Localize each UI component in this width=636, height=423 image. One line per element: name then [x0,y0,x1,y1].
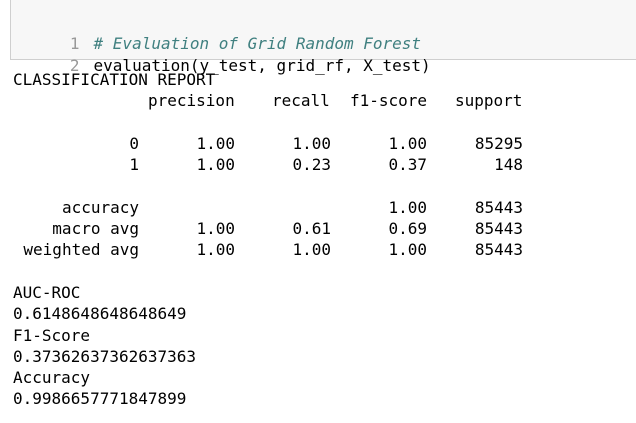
summary-precision: 1.00 [196,219,235,239]
header-precision: precision [148,91,235,111]
row-recall: 1.00 [292,133,331,153]
metric-name: AUC-ROC [13,282,81,302]
report-header-row: precision recall f1-score support [13,90,633,111]
row-recall: 0.23 [292,155,331,175]
row-precision: 1.00 [196,155,235,175]
summary-label: macro avg [52,219,139,239]
report-row: 0 1.00 1.00 1.00 85295 [13,133,633,154]
summary-row: weighted avg 1.00 1.00 1.00 85443 [13,239,633,260]
summary-support: 85443 [474,219,523,239]
row-label: 0 [129,133,139,153]
row-f1: 1.00 [388,133,427,153]
code-line: 2 evaluation(y_test, grid_rf, X_test) [11,33,431,75]
summary-label: weighted avg [23,240,139,260]
summary-support: 85443 [474,197,523,217]
metric-value: 0.6148648648648649 [13,304,187,324]
cell-output: CLASSIFICATION REPORT precision recall f… [13,69,633,410]
metric-value: 0.37362637362637363 [13,346,197,366]
row-label: 1 [129,155,139,175]
summary-row: accuracy 1.00 85443 [13,197,633,218]
summary-row: macro avg 1.00 0.61 0.69 85443 [13,218,633,239]
summary-f1: 1.00 [388,240,427,260]
row-support: 85295 [474,133,523,153]
row-support: 148 [494,155,523,175]
summary-label: accuracy [61,197,139,217]
report-row: 1 1.00 0.23 0.37 148 [13,154,633,175]
summary-recall: 1.00 [292,240,331,260]
summary-recall: 0.61 [292,219,331,239]
row-precision: 1.00 [196,133,235,153]
row-f1: 0.37 [388,155,427,175]
header-recall: recall [272,91,330,111]
summary-support: 85443 [474,240,523,260]
summary-f1: 0.69 [388,219,427,239]
report-title: CLASSIFICATION REPORT [13,70,216,89]
metric-name: F1-Score [13,325,91,345]
metric-value: 0.9986657771847899 [13,389,187,409]
metric-name: Accuracy [13,368,91,388]
summary-precision: 1.00 [196,240,235,260]
header-support: support [455,91,523,111]
header-f1-score: f1-score [350,91,428,111]
code-line: 1 # Evaluation of Grid Random Forest [11,11,421,53]
summary-f1: 1.00 [388,197,427,217]
code-cell[interactable]: 1 # Evaluation of Grid Random Forest 2 eva… [10,0,636,75]
